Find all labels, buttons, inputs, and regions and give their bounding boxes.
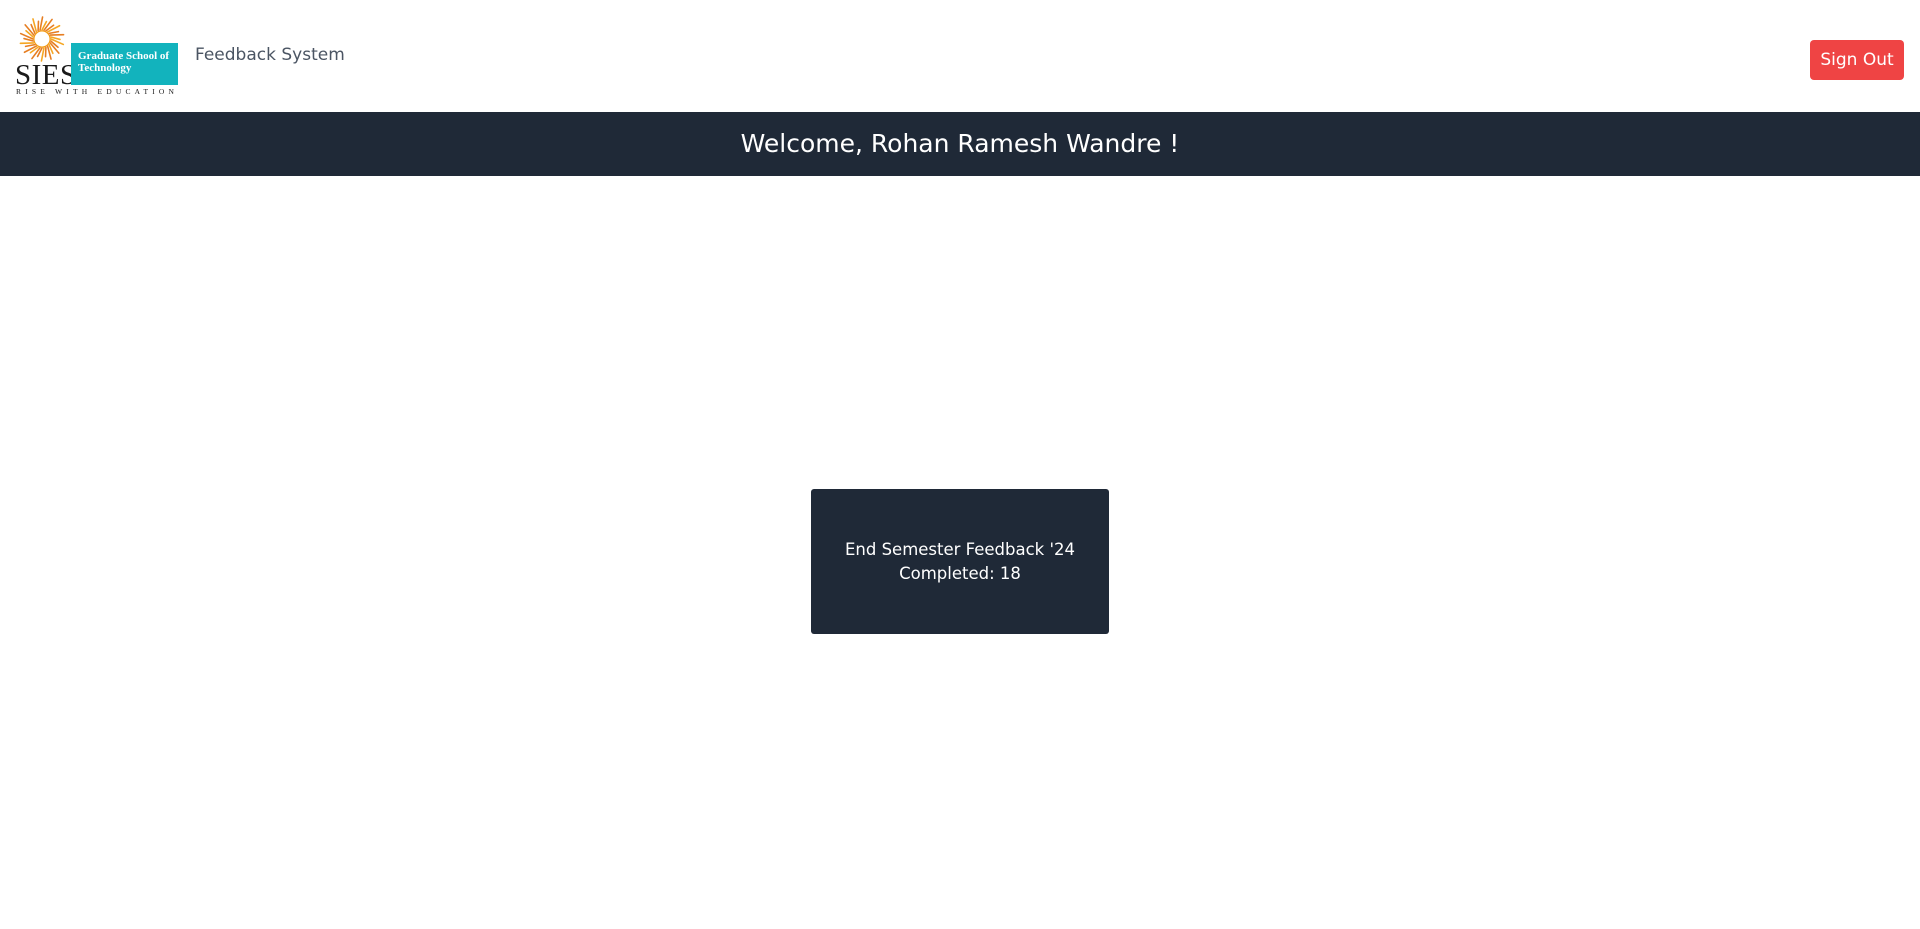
welcome-message: Welcome, Rohan Ramesh Wandre !: [740, 129, 1180, 158]
feedback-card[interactable]: End Semester Feedback '24 Completed: 18: [811, 489, 1109, 634]
logo-school-line2: Technology: [78, 62, 132, 74]
sun-emblem-icon: [19, 16, 65, 62]
logo-wordmark: SIES: [15, 59, 77, 91]
logo-school-line1: Graduate School of: [78, 50, 170, 62]
sun-ray: [24, 43, 36, 48]
sun-ray: [48, 30, 60, 35]
sign-out-button[interactable]: Sign Out: [1810, 40, 1904, 80]
feedback-card-completed: Completed: 18: [899, 562, 1021, 586]
completed-label: Completed:: [899, 563, 995, 583]
sies-logo: SIES Graduate School of Technology RISE …: [15, 16, 179, 98]
welcome-banner: Welcome, Rohan Ramesh Wandre !: [0, 112, 1920, 176]
logo-school-box: Graduate School of Technology: [71, 43, 178, 85]
completed-count: 18: [999, 563, 1021, 583]
top-navbar: SIES Graduate School of Technology RISE …: [0, 0, 1920, 112]
app-title: Feedback System: [195, 45, 345, 65]
feedback-card-title: End Semester Feedback '24: [844, 539, 1076, 559]
logo-tagline: RISE WITH EDUCATION: [16, 87, 179, 96]
